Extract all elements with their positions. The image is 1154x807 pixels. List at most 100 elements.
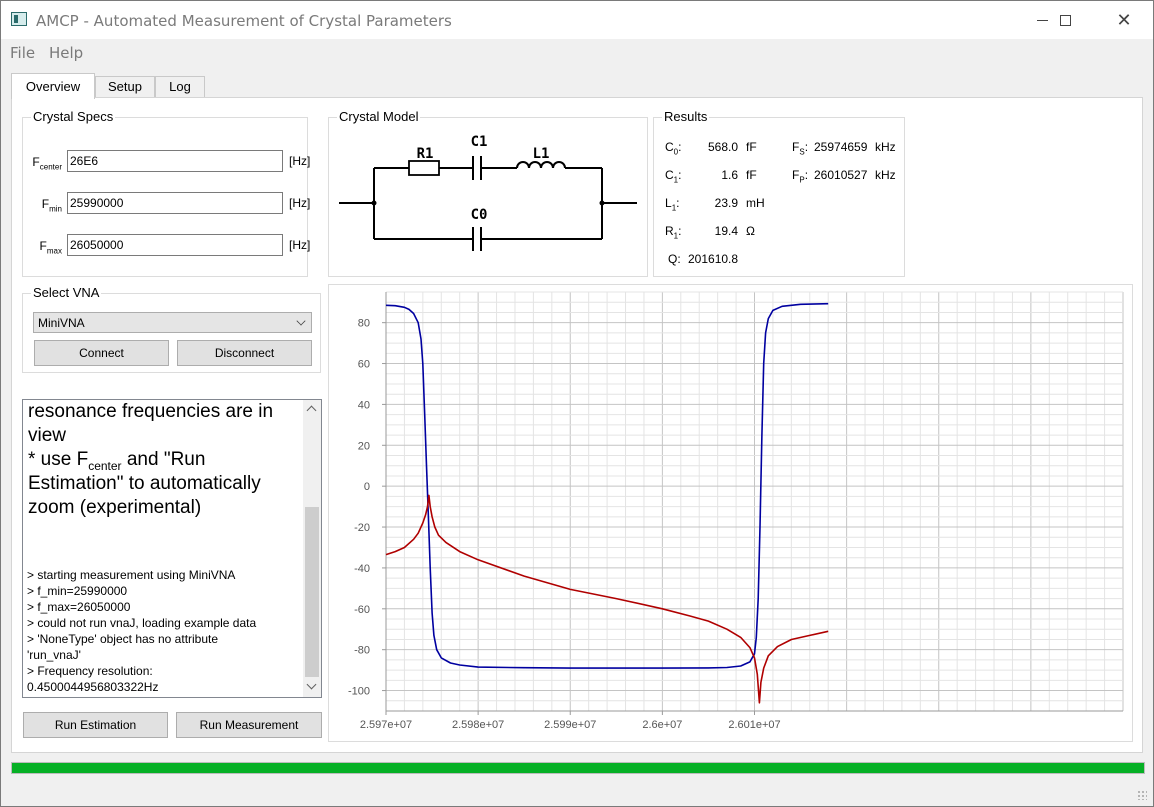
c1-result-unit: fF (746, 168, 757, 182)
l1-result-label: L1: (665, 196, 680, 213)
x-tick-label: 2.598e+07 (452, 719, 504, 731)
c0-result-value: 568.0 (707, 140, 738, 154)
fcenter-unit: [Hz] (289, 154, 311, 168)
r1-result-main: R (665, 224, 674, 238)
results-title: Results (662, 109, 710, 124)
fcenter-label: Fcenter (22, 155, 62, 171)
fcenter-label-main: F (32, 155, 40, 169)
fs-result-value: 25974659 (814, 140, 868, 154)
connect-button[interactable]: Connect (34, 340, 169, 366)
crystal-specs-group: Crystal Specs Fcenter [Hz] Fmin [Hz] Fma… (22, 109, 311, 277)
c0-result-main: C (665, 140, 674, 154)
x-tick-label: 2.601e+07 (728, 719, 780, 731)
fp-result-unit: kHz (875, 168, 896, 182)
c1-label: C1 (471, 134, 488, 150)
vna-select[interactable]: MiniVNA (33, 312, 312, 333)
fmax-label-sub: max (46, 246, 62, 256)
menu-file[interactable]: File (10, 44, 35, 62)
fmax-input[interactable] (67, 234, 283, 256)
log-line: > Frequency resolution: (27, 664, 153, 678)
l1-result-main: L (665, 196, 672, 210)
fmin-input[interactable] (67, 192, 283, 214)
tab-log[interactable]: Log (155, 76, 205, 98)
r1-result-unit: Ω (746, 224, 755, 238)
r1-result-sub: 1 (673, 231, 679, 241)
log-line-sub: center (88, 458, 122, 473)
fmin-unit: [Hz] (289, 196, 311, 210)
fp-result-label: FP: (792, 168, 809, 185)
progress-fill (12, 763, 1144, 773)
select-vna-group: Select VNA MiniVNA Connect Disconnect (22, 285, 321, 373)
tab-overview[interactable]: Overview (11, 73, 95, 99)
vna-select-value: MiniVNA (38, 316, 85, 330)
tab-setup[interactable]: Setup (95, 76, 155, 98)
fcenter-label-sub: center (39, 162, 62, 172)
c1-result-label: C1: (665, 168, 682, 185)
log-output[interactable]: resonance frequencies are in view * use … (22, 399, 322, 698)
results-group: Results C0: 568.0 fF C1: 1.6 fF L1: 23.9… (653, 109, 905, 277)
run-estimation-button[interactable]: Run Estimation (23, 712, 168, 738)
c0-label: C0 (471, 207, 488, 223)
l1-result-unit: mH (746, 196, 765, 210)
scroll-up-icon[interactable] (306, 405, 317, 416)
y-tick-label: -20 (354, 522, 370, 534)
plot-panel: 80 60 40 20 0 -20 -40 -60 -80 -100 2.597e+07 2.598e… (328, 284, 1133, 742)
window-title: AMCP - Automated Measurement of Crystal … (36, 12, 452, 30)
fmin-label-sub: min (49, 204, 62, 214)
y-tick-label: 20 (358, 440, 370, 452)
fs-result-label: FS: (792, 140, 809, 157)
c1-result-value: 1.6 (721, 168, 738, 182)
y-tick-label: -60 (354, 604, 370, 616)
log-line: resonance frequencies are in (28, 401, 274, 422)
x-tick-label: 2.599e+07 (544, 719, 596, 731)
log-scrollbar[interactable] (303, 400, 321, 697)
resize-grip[interactable] (1137, 790, 1147, 800)
measurement-chart: 80 60 40 20 0 -20 -40 -60 -80 -100 2.597e+07 2.598e… (348, 291, 1124, 731)
fmin-label: Fmin (22, 197, 62, 213)
l1-result-value: 23.9 (714, 196, 738, 210)
crystal-model-diagram: R1 C1 L1 C0 (339, 134, 637, 251)
log-line: Estimation" to automatically (28, 473, 261, 494)
x-tick-label: 2.6e+07 (642, 719, 682, 731)
fs-result-sub: S (799, 147, 805, 157)
scroll-down-icon[interactable] (306, 679, 317, 690)
disconnect-button[interactable]: Disconnect (177, 340, 312, 366)
maximize-icon (1059, 14, 1071, 26)
fmax-unit: [Hz] (289, 238, 311, 252)
maximize-button[interactable] (1042, 1, 1088, 39)
log-line: > f_min=25990000 (27, 584, 128, 598)
menu-help[interactable]: Help (49, 44, 83, 62)
fcenter-input[interactable] (67, 150, 283, 172)
r1-label: R1 (417, 146, 434, 162)
log-line: zoom (experimental) (28, 497, 202, 518)
overview-panel: Crystal Specs Fcenter [Hz] Fmin [Hz] Fma… (11, 97, 1143, 753)
select-vna-title: Select VNA (31, 285, 102, 300)
y-tick-label: 0 (364, 481, 370, 493)
x-tick-label: 2.597e+07 (360, 719, 412, 731)
close-button[interactable]: ✕ (1101, 1, 1147, 39)
log-line: 0.4500044956803322Hz (27, 680, 159, 694)
run-measurement-button[interactable]: Run Measurement (176, 712, 322, 738)
q-result-label: Q: (668, 252, 681, 266)
y-tick-label: 40 (358, 399, 370, 411)
log-line: > could not run vnaJ, loading example da… (27, 616, 257, 630)
log-line: 'run_vnaJ' (27, 648, 81, 662)
r1-result-label: R1: (665, 224, 682, 241)
fs-result-unit: kHz (875, 140, 896, 154)
y-tick-label: -100 (348, 686, 370, 698)
progress-bar (11, 762, 1145, 774)
c1-result-sub: 1 (673, 175, 679, 185)
menu-bar: File Help (1, 39, 1153, 65)
y-tick-label: 80 (358, 318, 370, 330)
log-line: > 'NoneType' object has no attribute (27, 632, 219, 646)
log-line: view (28, 425, 67, 446)
y-tick-label: -80 (354, 645, 370, 657)
fmax-label: Fmax (22, 239, 62, 255)
c1-result-main: C (665, 168, 674, 182)
log-line: > f_max=26050000 (27, 600, 131, 614)
scroll-thumb[interactable] (305, 507, 319, 677)
c0-result-label: C0: (665, 140, 682, 157)
app-icon (11, 12, 27, 26)
fp-result-value: 26010527 (814, 168, 868, 182)
close-icon: ✕ (1116, 9, 1132, 30)
